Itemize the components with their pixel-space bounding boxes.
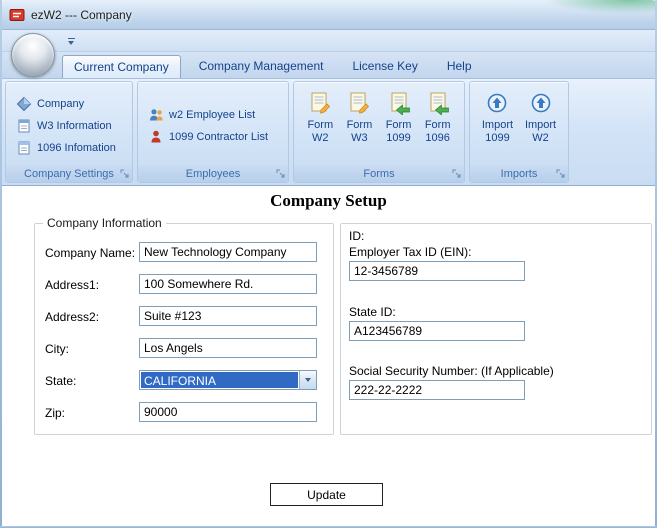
chevron-down-icon — [305, 378, 311, 382]
form-1096-button[interactable]: Form 1096 — [425, 85, 451, 165]
group-caption-forms: Forms — [294, 165, 464, 182]
form-1099-icon — [387, 89, 411, 116]
form-w2-button[interactable]: Form W2 — [307, 85, 333, 165]
forms-content: Form W2 Form W3 Form 1099 Form 1096 — [294, 82, 464, 165]
employees-icon — [148, 107, 164, 123]
import-w2-icon — [530, 89, 552, 116]
ribbon-group-company-settings: Company W3 Information 1096 Infomation C… — [5, 81, 133, 183]
company-settings-content: Company W3 Information 1096 Infomation — [6, 82, 132, 165]
form-1099-button[interactable]: Form 1099 — [385, 85, 412, 165]
form-w3-label: Form W3 — [346, 119, 373, 144]
state-label: State: — [45, 374, 77, 388]
ribbon-group-employees: w2 Employee List 1099 Contractor List Em… — [137, 81, 289, 183]
employees-content: w2 Employee List 1099 Contractor List — [138, 82, 288, 165]
company-information-legend: Company Information — [43, 216, 166, 230]
ribbon-item-1096-information[interactable]: 1096 Infomation — [13, 137, 128, 159]
state-id-input[interactable] — [349, 321, 525, 341]
ribbon-group-forms: Form W2 Form W3 Form 1099 Form 1096 Form… — [293, 81, 465, 183]
dialog-launcher-icon[interactable] — [119, 168, 130, 179]
window-border-left — [0, 0, 2, 528]
id-groupbox: ID: Employer Tax ID (EIN): State ID: Soc… — [340, 223, 652, 435]
page-title: Company Setup — [270, 191, 387, 210]
ribbon-item-1099-contractor-label: 1099 Contractor List — [169, 131, 269, 143]
group-caption-employees: Employees — [138, 165, 288, 182]
form-w2-icon — [308, 89, 332, 116]
app-window: ezW2 --- Company Current Company Company… — [0, 0, 657, 528]
address2-input[interactable] — [139, 306, 317, 326]
import-w2-button[interactable]: Import W2 — [525, 85, 556, 165]
company-name-input[interactable] — [139, 242, 317, 262]
dialog-launcher-icon[interactable] — [451, 168, 462, 179]
tab-help[interactable]: Help — [436, 55, 483, 78]
form-w3-icon — [347, 89, 371, 116]
update-button[interactable]: Update — [270, 483, 383, 506]
ribbon-item-w2-employee-label: w2 Employee List — [169, 109, 256, 121]
group-caption-label: Company Settings — [24, 167, 114, 180]
company-name-label: Company Name: — [45, 246, 136, 260]
app-icon — [9, 7, 25, 23]
state-select[interactable]: CALIFORNIA — [139, 370, 317, 390]
imports-content: Import 1099 Import W2 — [470, 82, 568, 165]
qat-dropdown-bar — [67, 37, 75, 39]
company-information-groupbox: Company Information Company Name: Addres… — [34, 216, 334, 435]
state-id-label: State ID: — [349, 305, 396, 319]
qat-dropdown-icon[interactable] — [63, 33, 79, 49]
import-1099-icon — [486, 89, 508, 116]
tab-license-key[interactable]: License Key — [341, 55, 428, 78]
ribbon-item-company-label: Company — [37, 98, 85, 110]
ribbon-item-w3-label: W3 Information — [37, 120, 112, 132]
group-caption-imports: Imports — [470, 165, 568, 182]
chevron-down-icon — [68, 40, 74, 45]
form-w3-button[interactable]: Form W3 — [346, 85, 373, 165]
import-w2-label: Import W2 — [524, 119, 557, 144]
ein-label: Employer Tax ID (EIN): — [349, 245, 472, 259]
address1-input[interactable] — [139, 274, 317, 294]
city-label: City: — [45, 342, 69, 356]
form-1096-label: Form 1096 — [424, 119, 451, 144]
group-caption-label: Imports — [500, 167, 538, 180]
company-icon — [16, 96, 32, 112]
contractor-icon — [148, 129, 164, 145]
import-1099-label: Import 1099 — [481, 119, 514, 144]
dialog-launcher-icon[interactable] — [555, 168, 566, 179]
state-select-value: CALIFORNIA — [141, 372, 298, 388]
window-title: ezW2 --- Company — [31, 7, 132, 22]
tab-company-management[interactable]: Company Management — [188, 55, 335, 78]
application-menu-orb[interactable] — [11, 33, 55, 77]
ribbon-group-imports: Import 1099 Import W2 Imports — [469, 81, 569, 183]
ribbon: Company W3 Information 1096 Infomation C… — [0, 78, 657, 186]
ribbon-item-company[interactable]: Company — [13, 93, 128, 115]
w3-document-icon — [16, 118, 32, 134]
group-caption-label: Employees — [185, 167, 241, 180]
ribbon-item-w2-employee-list[interactable]: w2 Employee List — [145, 104, 284, 126]
zip-input[interactable] — [139, 402, 317, 422]
city-input[interactable] — [139, 338, 317, 358]
ribbon-tab-bar: Current Company Company Management Licen… — [0, 52, 657, 78]
ssn-label: Social Security Number: (If Applicable) — [349, 364, 554, 378]
ein-input[interactable] — [349, 261, 525, 281]
titlebar[interactable]: ezW2 --- Company — [0, 0, 657, 30]
zip-label: Zip: — [45, 406, 66, 420]
id-heading: ID: — [349, 229, 365, 243]
desktop-wallpaper-peek — [547, 0, 657, 13]
ssn-input[interactable] — [349, 380, 525, 400]
form-w2-label: Form W2 — [307, 119, 334, 144]
main-content: Company Setup Company Information Compan… — [0, 186, 657, 528]
ribbon-item-1096-label: 1096 Infomation — [37, 142, 116, 154]
tab-current-company[interactable]: Current Company — [62, 55, 181, 78]
dialog-launcher-icon[interactable] — [275, 168, 286, 179]
import-1099-button[interactable]: Import 1099 — [482, 85, 513, 165]
group-caption-company-settings: Company Settings — [6, 165, 132, 182]
address1-label: Address1: — [45, 278, 100, 292]
quick-access-toolbar — [0, 30, 657, 52]
1096-document-icon — [16, 140, 32, 156]
group-caption-label: Forms — [363, 167, 395, 180]
combo-dropdown-button[interactable] — [299, 371, 316, 389]
ribbon-item-w3-information[interactable]: W3 Information — [13, 115, 128, 137]
form-1096-icon — [426, 89, 450, 116]
ribbon-item-1099-contractor-list[interactable]: 1099 Contractor List — [145, 126, 284, 148]
form-1099-label: Form 1099 — [385, 119, 412, 144]
address2-label: Address2: — [45, 310, 100, 324]
